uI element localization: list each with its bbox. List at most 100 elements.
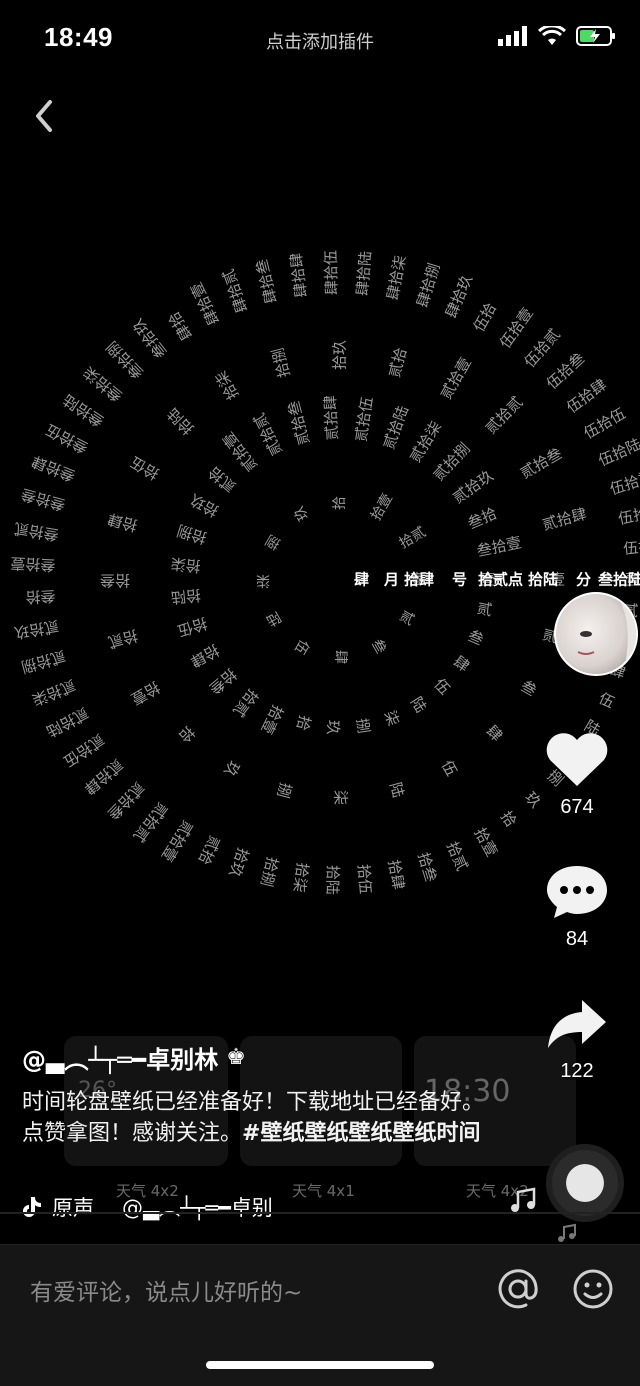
tiktok-note-icon xyxy=(23,1197,41,1217)
home-indicator[interactable] xyxy=(206,1361,434,1369)
wheel-current-label: 拾贰 xyxy=(478,571,508,589)
wheel-day-label: 贰拾伍 xyxy=(352,396,377,443)
wheel-minute-label: 伍拾叁 xyxy=(543,349,588,393)
wheel-day-label: 贰拾玖 xyxy=(449,467,496,507)
wheel-day-label: 贰拾陆 xyxy=(380,403,412,451)
wheel-day-label: 叁拾壹 xyxy=(475,533,523,560)
wheel-minute-label: 肆拾柒 xyxy=(383,254,409,302)
wheel-day-label: 拾捌 xyxy=(175,521,209,547)
wheel-month-label: 伍 xyxy=(291,637,312,657)
wheel-hour-label: 贰拾壹 xyxy=(437,354,475,402)
wheel-current-label: 月 xyxy=(383,571,399,589)
wheel-day-label: 肆 xyxy=(450,652,473,675)
wheel-day-label: 贰拾 xyxy=(205,463,240,496)
wheel-day-label: 捌 xyxy=(353,717,373,735)
wheel-month-label: 叁 xyxy=(368,636,390,657)
wheel-minute-label: 伍拾壹 xyxy=(496,305,537,352)
wheel-day-label: 拾陆 xyxy=(170,586,202,607)
wheel-minute-label: 贰拾捌 xyxy=(19,647,67,676)
widget-label: 天气 4x1 xyxy=(292,1182,355,1200)
wheel-minute-label: 伍拾 xyxy=(470,300,500,335)
wheel-month-label: 陆 xyxy=(263,608,283,629)
wheel-minute-label: 肆拾玖 xyxy=(442,272,476,320)
wheel-day-label: 玖 xyxy=(324,719,343,735)
wheel-hour-label: 拾柒 xyxy=(212,368,243,403)
author-avatar[interactable] xyxy=(554,592,638,676)
wheel-hour-label: 拾叁 xyxy=(100,572,130,590)
wheel-month-label: 捌 xyxy=(263,531,283,552)
wheel-minute-label: 肆拾肆 xyxy=(287,252,311,299)
music-row[interactable]: 原声 @▃︵┴┬═━卓别 xyxy=(22,1192,273,1222)
like-button[interactable]: 674 xyxy=(532,730,622,819)
wheel-minute-label: 贰拾柒 xyxy=(30,676,78,709)
comment-input[interactable]: 有爱评论，说点儿好听的~ xyxy=(30,1273,302,1307)
wheel-minute-label: 肆拾伍 xyxy=(322,250,341,295)
video-progress-bar[interactable] xyxy=(0,1212,640,1214)
share-button[interactable]: 122 xyxy=(532,996,622,1083)
wheel-hour-label: 肆 xyxy=(482,722,505,745)
wheel-month-label: 玖 xyxy=(291,503,312,523)
music-label: 原声 xyxy=(52,1196,94,1220)
music-disc[interactable] xyxy=(546,1144,624,1222)
wheel-hour-label: 拾肆 xyxy=(106,510,140,535)
mention-at-icon[interactable] xyxy=(496,1267,540,1311)
wheel-minute-label: 拾叁 xyxy=(414,850,440,884)
wheel-day-label: 贰拾壹 xyxy=(219,428,261,475)
wheel-minute-label: 伍拾捌 xyxy=(617,501,640,528)
wheel-minute-label: 肆拾 xyxy=(165,308,196,343)
wheel-current-label: 号 xyxy=(452,571,467,589)
wheel-current-label: 分 xyxy=(576,571,591,589)
wheel-minute-label: 伍拾陆 xyxy=(596,435,640,470)
wheel-current-label: 点 xyxy=(508,571,523,589)
wheel-hour-label: 陆 xyxy=(386,780,407,799)
hashtag-link[interactable]: #壁纸壁纸壁纸壁纸时间 xyxy=(242,1121,480,1146)
wheel-current-label: 叁拾陆 xyxy=(597,571,640,589)
music-note-icon xyxy=(558,1223,576,1242)
wheel-hour-label: 贰拾 xyxy=(385,346,410,380)
wheel-day-label: 贰拾肆 xyxy=(321,395,341,441)
wheel-minute-label: 叁拾柒 xyxy=(80,363,126,406)
back-chevron-icon[interactable] xyxy=(26,96,66,136)
wheel-current-label: 拾陆 xyxy=(528,571,558,589)
wheel-minute-label: 肆拾陆 xyxy=(353,250,375,296)
wheel-day-label: 贰拾贰 xyxy=(250,410,286,458)
comment-button[interactable]: 84 xyxy=(532,862,622,951)
status-bar: 18:49 点击添加插件 xyxy=(0,0,640,80)
wheel-minute-label: 叁拾肆 xyxy=(29,452,77,485)
wheel-hour-label: 柒 xyxy=(332,790,350,805)
wheel-minute-label: 叁拾玖 xyxy=(129,315,171,362)
wheel-day-label: 拾肆 xyxy=(187,640,222,670)
wheel-day-label: 拾伍 xyxy=(175,614,209,640)
wheel-day-label: 贰拾捌 xyxy=(430,439,474,484)
wheel-day-label: 拾玖 xyxy=(187,490,222,520)
wheel-day-label: 贰拾叁 xyxy=(284,399,313,447)
wheel-hour-label: 拾伍 xyxy=(127,453,162,484)
author-row[interactable]: @▃︵┴┬═━卓别林 ♚ xyxy=(22,1040,492,1075)
wheel-hour-label: 拾 xyxy=(175,722,198,745)
signal-icon xyxy=(498,26,527,46)
wheel-minute-label: 叁拾壹 xyxy=(10,554,56,574)
post-description[interactable]: 时间轮盘壁纸已经准备好！下载地址已经备好。点赞拿图！感谢关注。#壁纸壁纸壁纸壁纸… xyxy=(22,1087,492,1149)
wheel-day-label: 拾 xyxy=(293,713,314,732)
wheel-minute-label: 伍拾肆 xyxy=(563,376,610,417)
emoji-icon[interactable] xyxy=(571,1267,615,1311)
wheel-day-label: 叁拾 xyxy=(465,504,500,532)
wheel-minute-label: 叁拾捌 xyxy=(103,338,147,383)
wheel-hour-label: 贰拾肆 xyxy=(540,505,588,534)
avatar-face-icon xyxy=(577,594,636,674)
wheel-month-label: 拾 xyxy=(332,496,348,510)
wheel-hour-label: 拾壹 xyxy=(128,678,163,709)
author-name[interactable]: @▃︵┴┬═━卓别林 xyxy=(22,1040,218,1075)
wheel-hour-label: 拾捌 xyxy=(269,346,294,380)
wheel-minute-label: 贰拾肆 xyxy=(81,755,127,798)
wheel-minute-label: 拾玖 xyxy=(225,845,252,879)
wheel-hour-label: 拾玖 xyxy=(331,340,349,370)
wheel-minute-label: 拾肆 xyxy=(384,858,407,891)
wheel-minute-label: 肆拾壹 xyxy=(187,279,223,327)
wheel-minute-label: 拾捌 xyxy=(257,855,282,888)
wheel-minute-label: 贰拾叁 xyxy=(104,778,148,823)
wheel-minute-label: 拾柒 xyxy=(290,861,312,893)
music-author: @▃︵┴┬═━卓别 xyxy=(122,1196,273,1220)
wheel-hour-label: 伍 xyxy=(438,757,461,779)
wheel-minute-label: 肆拾叁 xyxy=(253,257,281,305)
